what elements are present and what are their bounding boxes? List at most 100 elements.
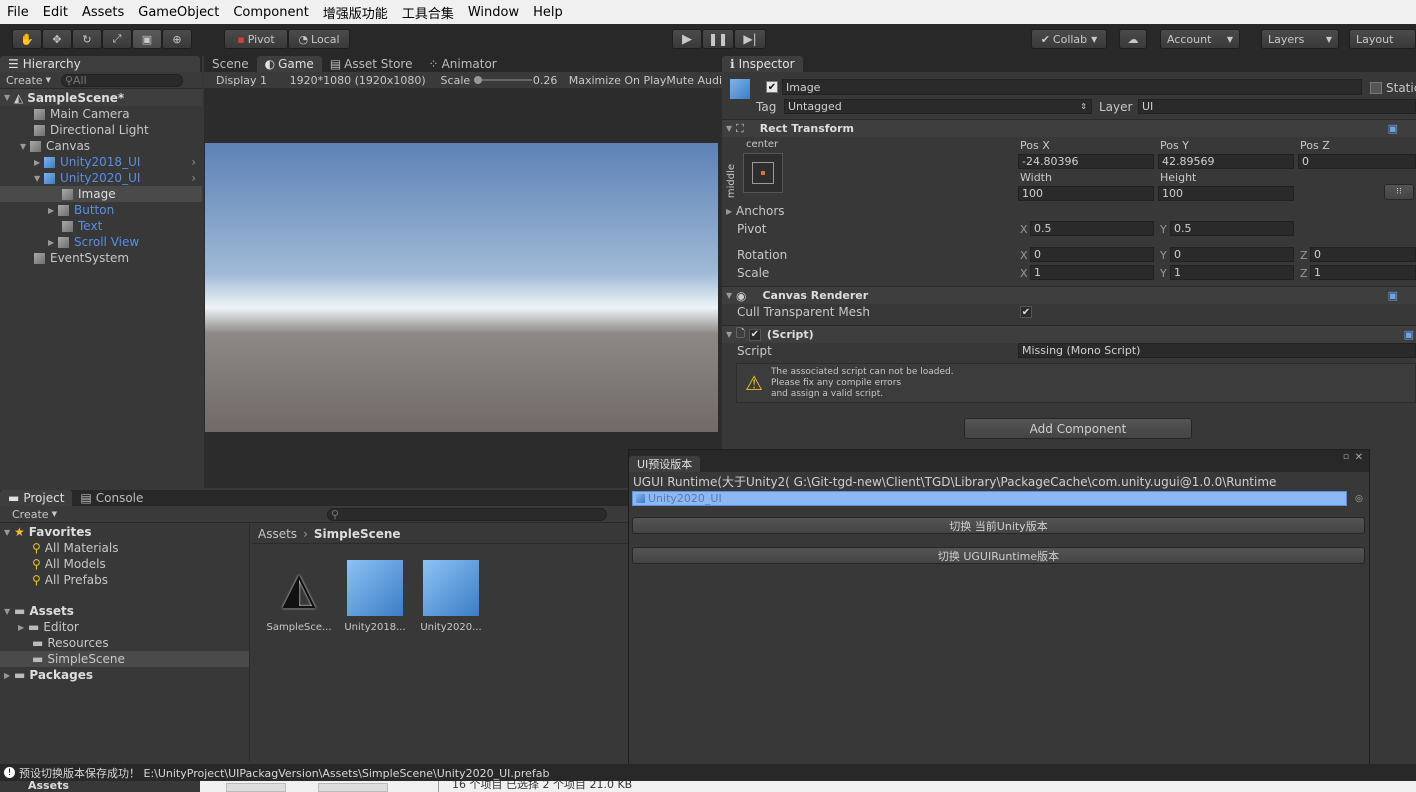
project-create-button[interactable]: Create bbox=[12, 508, 49, 521]
raw-edit-button[interactable]: ⁝⁝ bbox=[1384, 184, 1414, 200]
favorite-all-materials[interactable]: ⚲ All Materials bbox=[0, 540, 249, 556]
pivot-button[interactable]: ▪ Pivot bbox=[224, 29, 288, 49]
canvas-renderer-header[interactable]: ▼ ◉ Canvas Renderer ▣ bbox=[722, 286, 1416, 304]
cloud-icon[interactable]: ☁ bbox=[1119, 29, 1147, 49]
pivot-y-field[interactable]: 0.5 bbox=[1170, 221, 1294, 236]
static-toggle[interactable]: Static bbox=[1370, 81, 1416, 95]
add-component-button[interactable]: Add Component bbox=[964, 418, 1192, 439]
scale-x-field[interactable]: 1 bbox=[1030, 265, 1154, 280]
folder-resources[interactable]: ▬ Resources bbox=[0, 635, 249, 651]
expand-arrow-icon[interactable]: ▶ bbox=[4, 671, 14, 680]
chevron-right-icon[interactable]: › bbox=[191, 155, 196, 169]
display-dropdown[interactable]: Display 1 bbox=[204, 74, 290, 87]
tab-asset-store[interactable]: ▤ Asset Store bbox=[322, 56, 421, 72]
object-picker-icon[interactable]: ◎ bbox=[1355, 494, 1363, 504]
expand-arrow-icon[interactable]: ▶ bbox=[726, 207, 736, 216]
rect-tool-icon[interactable]: ▣ bbox=[132, 29, 162, 49]
switch-ugui-runtime-button[interactable]: 切换 UGUIRuntime版本 bbox=[632, 547, 1365, 564]
tab-game[interactable]: ◐ Game bbox=[256, 56, 322, 72]
maximize-icon[interactable]: ▫ bbox=[1343, 452, 1349, 462]
switch-current-unity-button[interactable]: 切换 当前Unity版本 bbox=[632, 517, 1365, 534]
prefab-object-field[interactable]: Unity2020_UI bbox=[632, 491, 1347, 506]
active-checkbox[interactable]: ✔ bbox=[766, 81, 778, 93]
script-header[interactable]: ▼ 🗋 ✔ (Script) ▣ bbox=[722, 325, 1416, 343]
step-icon[interactable]: ▶| bbox=[734, 29, 766, 49]
scale-y-field[interactable]: 1 bbox=[1170, 265, 1294, 280]
help-icon[interactable]: ▣ bbox=[1404, 328, 1414, 341]
asset-samplescene[interactable]: ◭ SampleSce... bbox=[264, 558, 334, 634]
collapse-arrow-icon[interactable]: ▼ bbox=[726, 330, 736, 339]
tab-animator[interactable]: ⁘ Animator bbox=[421, 56, 505, 72]
pos-x-field[interactable]: -24.80396 bbox=[1018, 154, 1154, 169]
script-object-field[interactable]: Missing (Mono Script) bbox=[1018, 343, 1416, 358]
cull-transparent-mesh-checkbox[interactable]: ✔ bbox=[1020, 306, 1032, 318]
asset-unity2020-prefab[interactable]: Unity2020... bbox=[416, 558, 486, 633]
scene-header[interactable]: ▼ ◭ SampleScene* bbox=[0, 89, 202, 106]
game-render-viewport[interactable] bbox=[205, 143, 718, 432]
breadcrumb-assets[interactable]: Assets bbox=[258, 527, 297, 541]
expand-arrow-icon[interactable]: ▼ bbox=[4, 93, 14, 102]
status-message[interactable]: 预设切换版本保存成功！ E:\UnityProject\UIPackagVers… bbox=[19, 765, 550, 781]
favorite-all-models[interactable]: ⚲ All Models bbox=[0, 556, 249, 572]
tab-ui-preset-version[interactable]: UI预设版本 bbox=[629, 456, 701, 472]
scale-z-field[interactable]: 1 bbox=[1310, 265, 1416, 280]
menu-gameobject[interactable]: GameObject bbox=[131, 5, 226, 20]
hierarchy-item-main-camera[interactable]: Main Camera bbox=[0, 106, 202, 122]
bottom-tab-1[interactable] bbox=[226, 783, 286, 792]
collab-button[interactable]: ✔ Collab ▼ bbox=[1031, 29, 1107, 49]
tab-project[interactable]: ▬ Project bbox=[0, 490, 73, 506]
menu-enhanced[interactable]: 增强版功能 bbox=[316, 3, 395, 22]
transform-tool-icon[interactable]: ⊕ bbox=[162, 29, 192, 49]
rotation-x-field[interactable]: 0 bbox=[1030, 247, 1154, 262]
hierarchy-item-button[interactable]: ▶ Button bbox=[0, 202, 202, 218]
layout-dropdown[interactable]: Layout bbox=[1349, 29, 1416, 49]
scale-slider[interactable] bbox=[474, 76, 533, 84]
tag-dropdown[interactable]: Untagged ⇕ bbox=[784, 99, 1092, 114]
menu-assets[interactable]: Assets bbox=[75, 5, 131, 20]
expand-arrow-icon[interactable]: ▶ bbox=[18, 623, 28, 632]
project-search-input[interactable]: ⚲ bbox=[326, 507, 607, 521]
asset-unity2018-prefab[interactable]: Unity2018... bbox=[340, 558, 410, 633]
play-icon[interactable]: ▶ bbox=[672, 29, 702, 49]
pivot-x-field[interactable]: 0.5 bbox=[1030, 221, 1154, 236]
hierarchy-item-directional-light[interactable]: Directional Light bbox=[0, 122, 202, 138]
local-button[interactable]: ◔ Local bbox=[288, 29, 350, 49]
bottom-tab-2[interactable] bbox=[318, 783, 388, 792]
expand-arrow-icon[interactable]: ▼ bbox=[34, 174, 44, 183]
help-icon[interactable]: ▣ bbox=[1388, 122, 1398, 135]
menu-file[interactable]: File bbox=[0, 5, 36, 20]
menu-tools[interactable]: 工具合集 bbox=[395, 3, 461, 22]
width-field[interactable]: 100 bbox=[1018, 186, 1154, 201]
rotation-y-field[interactable]: 0 bbox=[1170, 247, 1294, 262]
pause-icon[interactable]: ❚❚ bbox=[702, 29, 734, 49]
hierarchy-item-unity2018[interactable]: ▶ Unity2018_UI › bbox=[0, 154, 202, 170]
packages-folder[interactable]: ▶ ▬ Packages bbox=[0, 667, 249, 683]
rotation-z-field[interactable]: 0 bbox=[1310, 247, 1416, 262]
menu-edit[interactable]: Edit bbox=[36, 5, 75, 20]
collapse-arrow-icon[interactable]: ▼ bbox=[726, 124, 736, 133]
collapse-arrow-icon[interactable]: ▼ bbox=[726, 291, 736, 300]
tab-scene[interactable]: Scene bbox=[204, 56, 257, 72]
rect-transform-header[interactable]: ▼ ⛶ Rect Transform ▣ bbox=[722, 119, 1416, 137]
resolution-dropdown[interactable]: 1920*1080 (1920x1080) bbox=[290, 74, 441, 87]
slider-thumb[interactable] bbox=[474, 76, 483, 84]
layer-dropdown[interactable]: UI bbox=[1138, 99, 1416, 114]
help-icon[interactable]: ▣ bbox=[1388, 289, 1398, 302]
anchors-foldout[interactable]: ▶ Anchors bbox=[726, 204, 785, 218]
breadcrumb-simplescene[interactable]: SimpleScene bbox=[314, 527, 401, 541]
pos-y-field[interactable]: 42.89569 bbox=[1158, 154, 1294, 169]
maximize-on-play-toggle[interactable]: Maximize On Play bbox=[569, 74, 667, 87]
height-field[interactable]: 100 bbox=[1158, 186, 1294, 201]
hand-tool-icon[interactable]: ✋ bbox=[12, 29, 42, 49]
hierarchy-item-unity2020[interactable]: ▼ Unity2020_UI › bbox=[0, 170, 202, 186]
favorite-all-prefabs[interactable]: ⚲ All Prefabs bbox=[0, 572, 249, 588]
menu-window[interactable]: Window bbox=[461, 5, 526, 20]
close-icon[interactable]: ✕ bbox=[1355, 452, 1363, 463]
static-checkbox[interactable] bbox=[1370, 82, 1382, 94]
move-tool-icon[interactable]: ✥ bbox=[42, 29, 72, 49]
menu-component[interactable]: Component bbox=[226, 5, 315, 20]
hierarchy-item-text[interactable]: Text bbox=[0, 218, 202, 234]
scale-tool-icon[interactable]: ⤢ bbox=[102, 29, 132, 49]
rotate-tool-icon[interactable]: ↻ bbox=[72, 29, 102, 49]
tab-console[interactable]: ▤ Console bbox=[72, 490, 151, 506]
